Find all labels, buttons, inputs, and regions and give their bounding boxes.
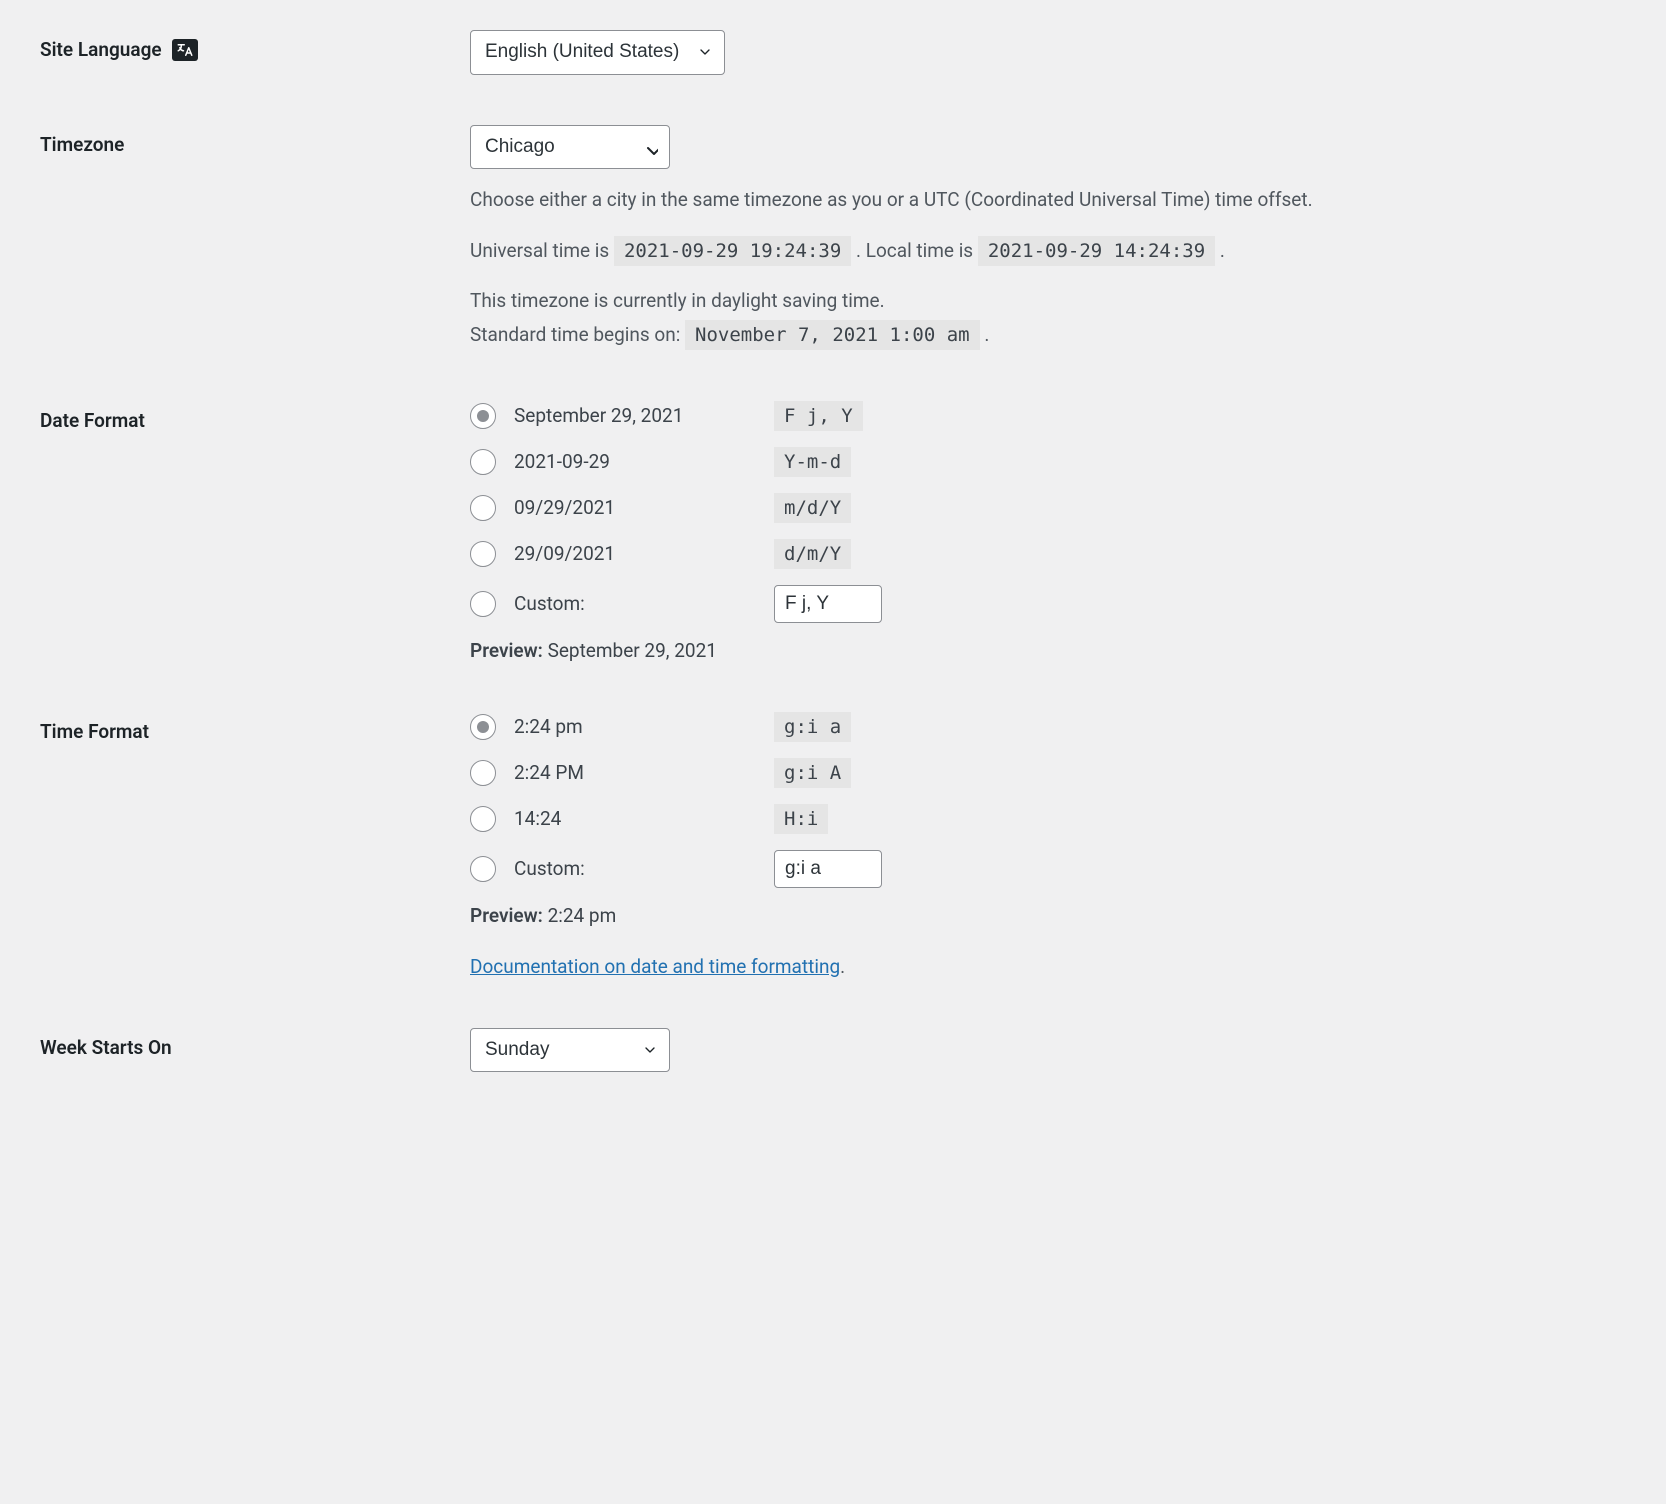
time-format-option-display: 2:24 pm: [514, 715, 774, 738]
date-format-options: September 29, 2021F j, Y2021-09-29Y-m-d0…: [470, 401, 1626, 569]
local-time-value: 2021-09-29 14:24:39: [978, 236, 1215, 266]
time-format-radio[interactable]: [470, 760, 496, 786]
time-format-option-display: 2:24 PM: [514, 761, 774, 784]
site-language-select-wrap[interactable]: English (United States): [470, 30, 725, 75]
doc-link-line: Documentation on date and time formattin…: [470, 955, 1626, 978]
date-format-custom-input[interactable]: [774, 585, 882, 623]
time-format-options: 2:24 pmg:i a2:24 PMg:i A14:24H:i: [470, 712, 1626, 834]
date-format-row: Date Format September 29, 2021F j, Y2021…: [40, 401, 1626, 662]
date-format-radio[interactable]: [470, 541, 496, 567]
timezone-description: Choose either a city in the same timezon…: [470, 185, 1626, 351]
timezone-content: Chicago Choose either a city in the same…: [470, 125, 1626, 351]
date-format-radio[interactable]: [470, 403, 496, 429]
time-format-option-token: g:i a: [774, 712, 851, 742]
date-format-custom-row: Custom:: [470, 585, 1626, 623]
week-starts-content: Sunday: [470, 1028, 1626, 1073]
site-language-select[interactable]: English (United States): [470, 30, 725, 75]
date-format-preview: Preview: September 29, 2021: [470, 639, 1626, 662]
std-time-value: November 7, 2021 1:00 am: [685, 320, 980, 350]
local-prefix: . Local time is: [856, 239, 978, 262]
time-format-option-row: 2:24 PMg:i A: [470, 758, 1626, 788]
date-format-option-display: September 29, 2021: [514, 404, 774, 427]
date-format-option-display: 2021-09-29: [514, 450, 774, 473]
site-language-label-text: Site Language: [40, 38, 162, 61]
time-format-radio[interactable]: [470, 714, 496, 740]
time-format-option-row: 2:24 pmg:i a: [470, 712, 1626, 742]
utc-time-value: 2021-09-29 19:24:39: [614, 236, 851, 266]
date-format-option-row: September 29, 2021F j, Y: [470, 401, 1626, 431]
date-format-content: September 29, 2021F j, Y2021-09-29Y-m-d0…: [470, 401, 1626, 662]
timezone-label-text: Timezone: [40, 133, 124, 156]
utc-prefix: Universal time is: [470, 239, 614, 262]
time-format-content: 2:24 pmg:i a2:24 PMg:i A14:24H:i Custom:…: [470, 712, 1626, 978]
date-format-option-token: d/m/Y: [774, 539, 851, 569]
preview-label: Preview:: [470, 904, 543, 927]
time-format-option-row: 14:24H:i: [470, 804, 1626, 834]
time-format-option-display: 14:24: [514, 807, 774, 830]
time-format-radio-custom[interactable]: [470, 856, 496, 882]
date-format-option-display: 29/09/2021: [514, 542, 774, 565]
date-time-doc-link[interactable]: Documentation on date and time formattin…: [470, 955, 840, 978]
date-format-label: Date Format: [40, 401, 470, 432]
standard-time-info: Standard time begins on: November 7, 202…: [470, 320, 1626, 350]
week-starts-select-wrap[interactable]: Sunday: [470, 1028, 670, 1073]
translate-icon: [172, 39, 198, 61]
week-starts-label-text: Week Starts On: [40, 1036, 172, 1059]
time-format-label-text: Time Format: [40, 720, 149, 743]
time-format-custom-row: Custom:: [470, 850, 1626, 888]
site-language-label: Site Language: [40, 30, 470, 61]
date-format-radio[interactable]: [470, 495, 496, 521]
site-language-row: Site Language English (United States): [40, 30, 1626, 75]
date-format-option-row: 29/09/2021d/m/Y: [470, 539, 1626, 569]
week-starts-label: Week Starts On: [40, 1028, 470, 1059]
time-format-option-token: g:i A: [774, 758, 851, 788]
date-format-option-token: m/d/Y: [774, 493, 851, 523]
date-format-option-row: 2021-09-29Y-m-d: [470, 447, 1626, 477]
timezone-row: Timezone Chicago Choose either a city in…: [40, 125, 1626, 351]
week-starts-select[interactable]: Sunday: [470, 1028, 670, 1073]
time-format-preview-value: 2:24 pm: [548, 904, 617, 927]
std-suffix: .: [984, 323, 989, 346]
date-format-custom-label: Custom:: [514, 592, 774, 615]
date-format-label-text: Date Format: [40, 409, 145, 432]
date-format-radio-custom[interactable]: [470, 591, 496, 617]
time-format-custom-label: Custom:: [514, 857, 774, 880]
date-format-option-row: 09/29/2021m/d/Y: [470, 493, 1626, 523]
timezone-times: Universal time is 2021-09-29 19:24:39 . …: [470, 236, 1626, 266]
std-prefix: Standard time begins on:: [470, 323, 685, 346]
date-format-preview-value: September 29, 2021: [548, 639, 717, 662]
timezone-select-wrap[interactable]: Chicago: [470, 125, 670, 170]
date-format-option-token: F j, Y: [774, 401, 863, 431]
time-format-label: Time Format: [40, 712, 470, 743]
dst-info: This timezone is currently in daylight s…: [470, 286, 1626, 316]
timezone-hint: Choose either a city in the same timezon…: [470, 185, 1626, 215]
time-format-custom-input[interactable]: [774, 850, 882, 888]
preview-label: Preview:: [470, 639, 543, 662]
date-format-radio[interactable]: [470, 449, 496, 475]
time-format-preview: Preview: 2:24 pm: [470, 904, 1626, 927]
site-language-content: English (United States): [470, 30, 1626, 75]
date-format-option-display: 09/29/2021: [514, 496, 774, 519]
date-format-option-token: Y-m-d: [774, 447, 851, 477]
timezone-select[interactable]: Chicago: [470, 125, 670, 170]
timezone-label: Timezone: [40, 125, 470, 156]
time-format-row: Time Format 2:24 pmg:i a2:24 PMg:i A14:2…: [40, 712, 1626, 978]
time-format-radio[interactable]: [470, 806, 496, 832]
doc-link-suffix: .: [840, 955, 845, 978]
local-suffix: .: [1220, 239, 1225, 262]
week-starts-row: Week Starts On Sunday: [40, 1028, 1626, 1073]
time-format-option-token: H:i: [774, 804, 828, 834]
